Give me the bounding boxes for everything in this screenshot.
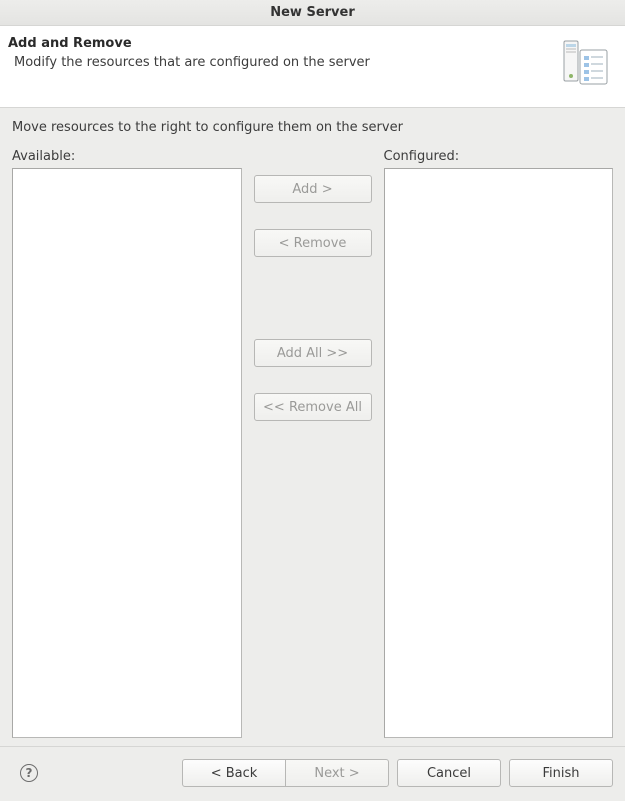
remove-all-button[interactable]: << Remove All bbox=[254, 393, 372, 421]
banner-description: Modify the resources that are configured… bbox=[8, 55, 550, 70]
cancel-button[interactable]: Cancel bbox=[397, 759, 501, 787]
wizard-content: Move resources to the right to configure… bbox=[0, 108, 625, 746]
add-all-button[interactable]: Add All >> bbox=[254, 339, 372, 367]
available-label: Available: bbox=[12, 149, 242, 164]
back-button[interactable]: < Back bbox=[182, 759, 286, 787]
configured-label: Configured: bbox=[384, 149, 614, 164]
window-title: New Server bbox=[270, 5, 355, 20]
next-button[interactable]: Next > bbox=[285, 759, 389, 787]
wizard-footer: ? < Back Next > Cancel Finish bbox=[0, 746, 625, 801]
available-listbox[interactable] bbox=[12, 168, 242, 738]
help-icon[interactable]: ? bbox=[20, 764, 38, 782]
transfer-buttons-column: Add > < Remove Add All >> << Remove All bbox=[254, 149, 372, 738]
wizard-banner: Add and Remove Modify the resources that… bbox=[0, 26, 625, 108]
finish-button[interactable]: Finish bbox=[509, 759, 613, 787]
configured-listbox[interactable] bbox=[384, 168, 614, 738]
window-titlebar: New Server bbox=[0, 0, 625, 26]
server-wizard-icon bbox=[558, 36, 613, 91]
remove-button[interactable]: < Remove bbox=[254, 229, 372, 257]
instruction-text: Move resources to the right to configure… bbox=[12, 120, 613, 135]
banner-title: Add and Remove bbox=[8, 36, 550, 51]
add-button[interactable]: Add > bbox=[254, 175, 372, 203]
